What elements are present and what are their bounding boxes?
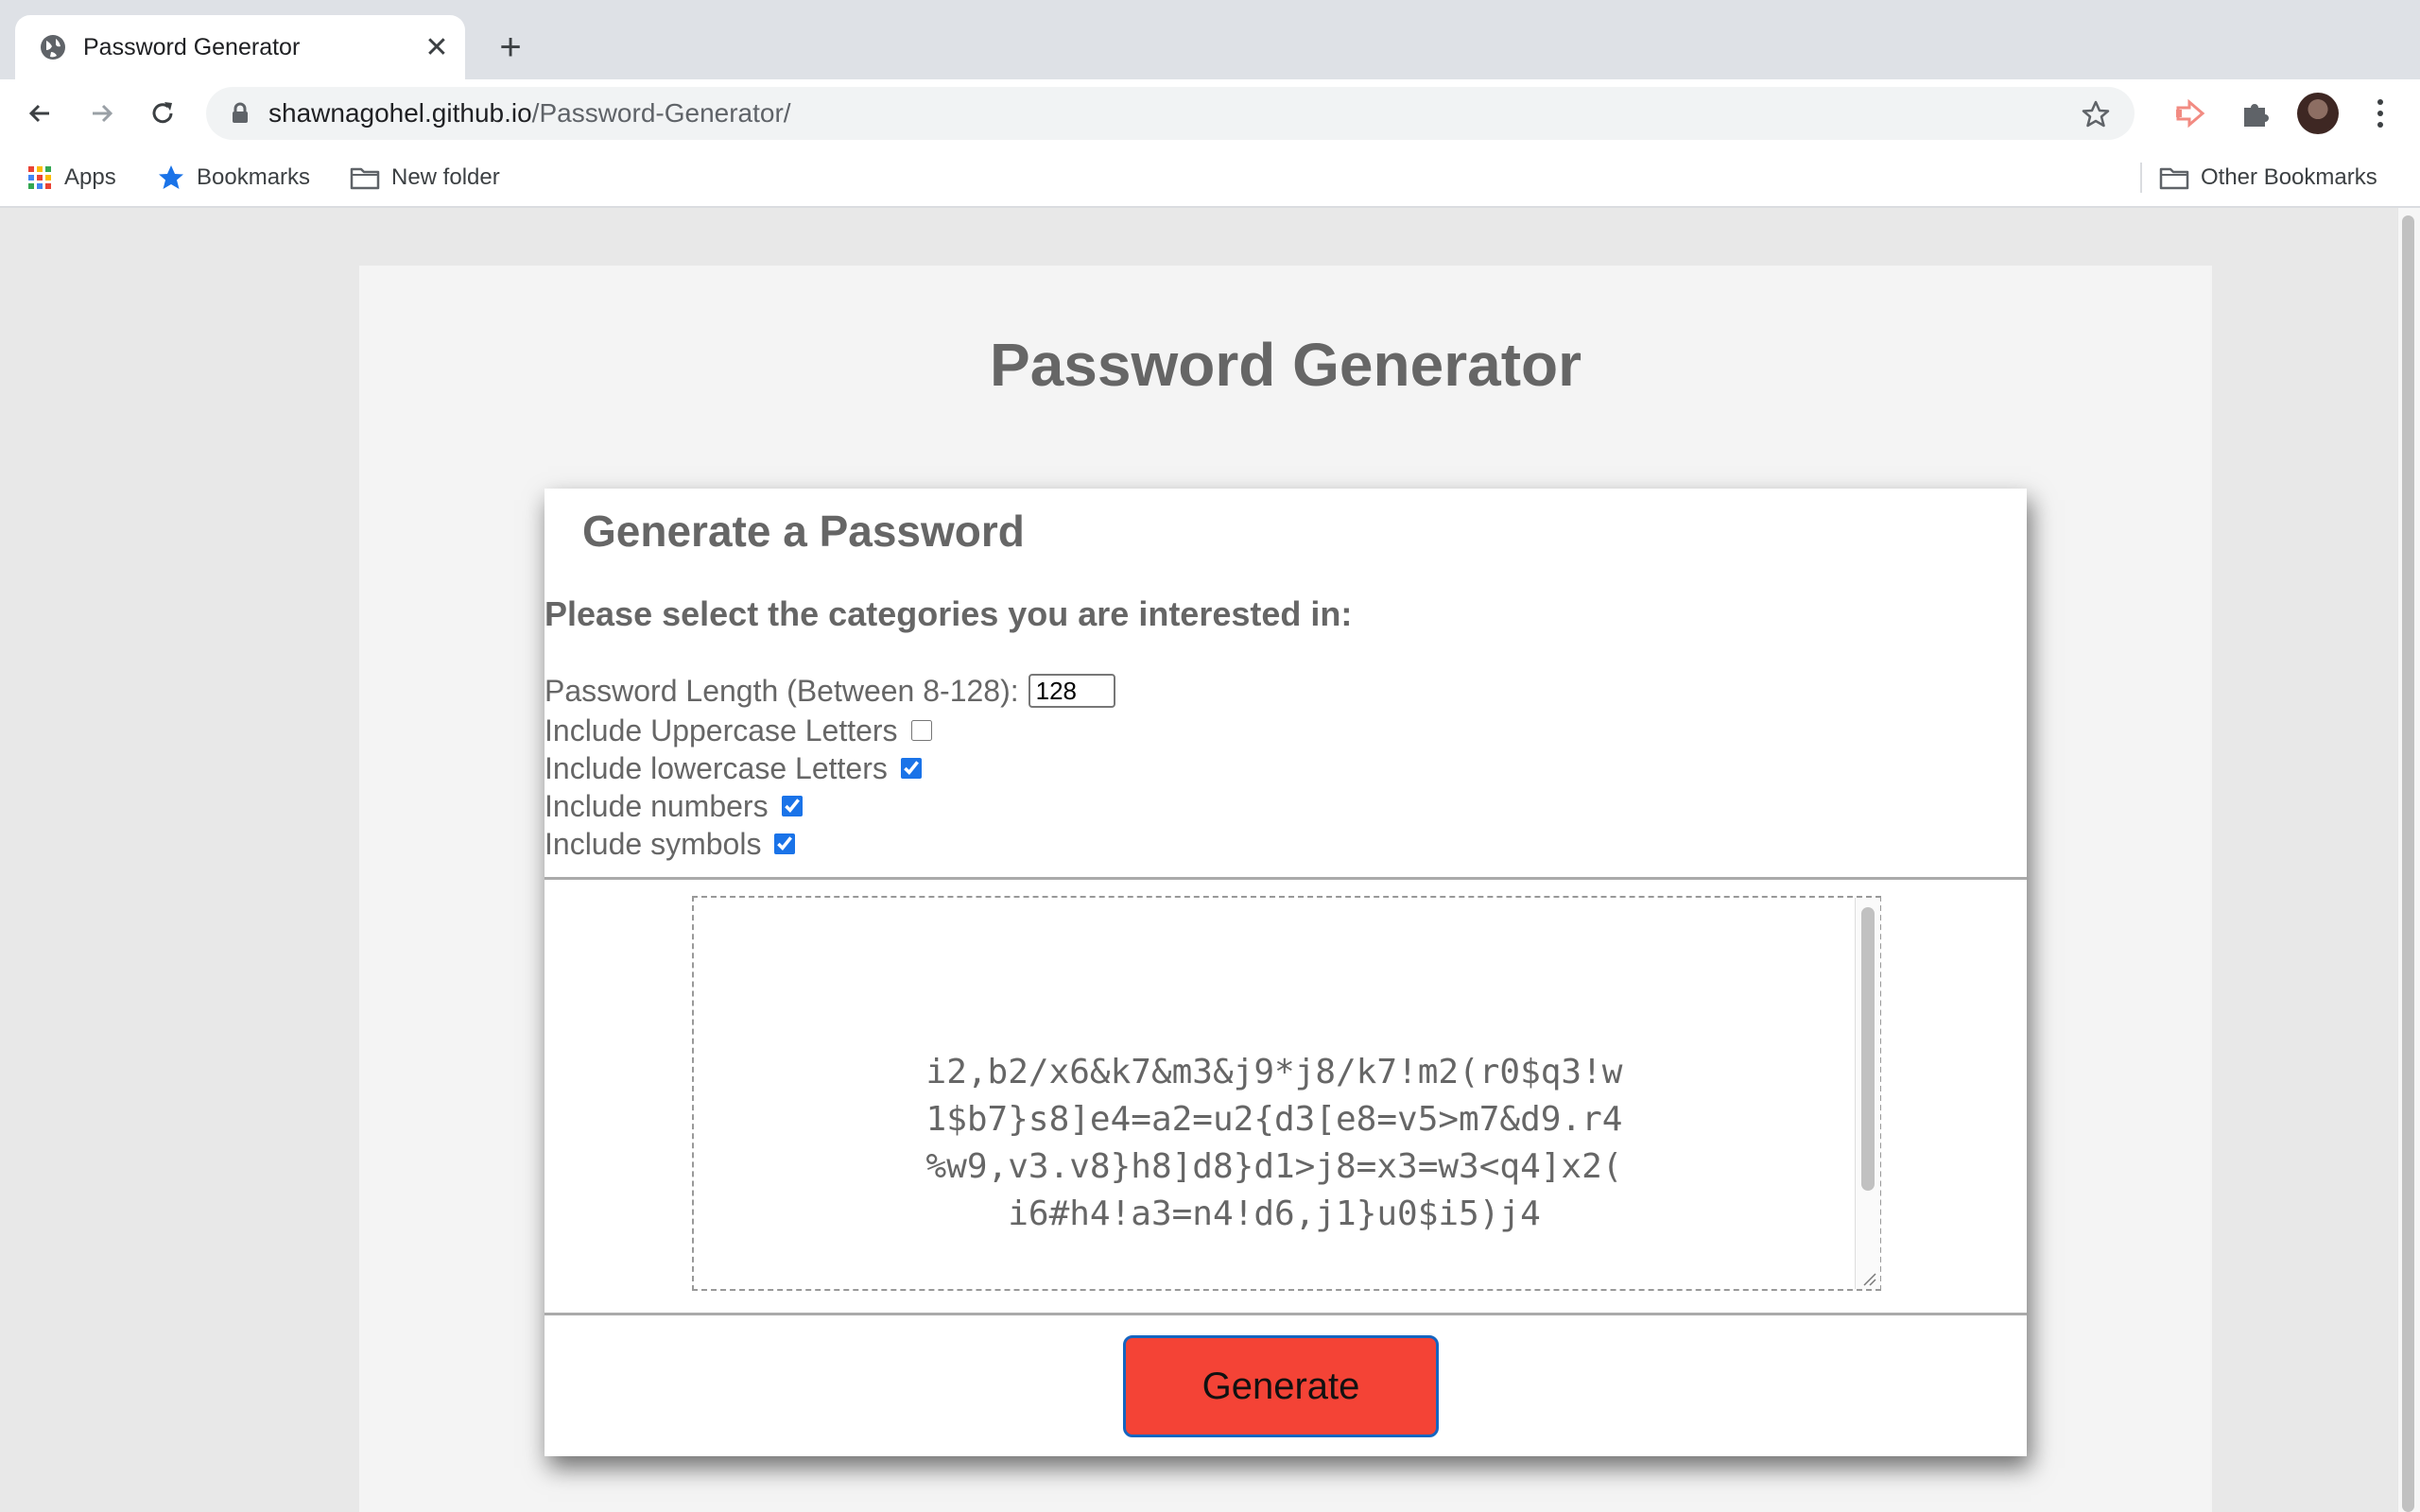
- bookmark-label: Apps: [64, 164, 116, 190]
- password-card: Generate a Password Please select the ca…: [544, 489, 2027, 1456]
- folder-icon: [2159, 167, 2189, 190]
- new-tab-icon[interactable]: +: [490, 26, 531, 68]
- length-row: Password Length (Between 8-128):: [544, 672, 1115, 710]
- bookmark-new-folder[interactable]: New folder: [350, 161, 500, 195]
- length-label: Password Length (Between 8-128):: [544, 673, 1019, 708]
- option-lowercase: Include lowercase Letters: [544, 749, 922, 787]
- menu-kebab-icon[interactable]: [2363, 94, 2397, 132]
- bookmark-bookmarks[interactable]: Bookmarks: [157, 161, 310, 195]
- tab-strip: Password Generator ✕ +: [0, 0, 2420, 79]
- uppercase-checkbox[interactable]: [910, 720, 932, 741]
- symbols-checkbox[interactable]: [774, 833, 796, 854]
- forward-icon[interactable]: [81, 93, 123, 134]
- browser-tab[interactable]: Password Generator ✕: [15, 15, 465, 79]
- password-line: i2,b2/x6&k7&m3&j9*j8/k7!m2(r0$q3!w: [925, 1053, 1623, 1091]
- lock-icon: [233, 102, 248, 123]
- resize-grip-icon[interactable]: [1858, 1268, 1877, 1287]
- card-instructions: Please select the categories you are int…: [544, 594, 1353, 633]
- bookmark-star-icon[interactable]: [2080, 98, 2112, 130]
- page-scrollbar-thumb[interactable]: [2402, 215, 2414, 1512]
- option-label: Include Uppercase Letters: [544, 713, 898, 747]
- bookmark-label: New folder: [391, 164, 500, 190]
- numbers-checkbox[interactable]: [781, 796, 803, 816]
- apps-grid-icon: [28, 166, 51, 189]
- page-wrapper: Password Generator Generate a Password P…: [359, 266, 2212, 1512]
- password-line: i6#h4!a3=n4!d6,j1}u0$i5)j4: [1008, 1194, 1541, 1233]
- password-length-input[interactable]: [1028, 674, 1115, 708]
- extension-icon[interactable]: [2174, 96, 2212, 130]
- password-line: %w9,v3.v8}h8]d8}d1>j8=x3=w3<q4]x2(: [925, 1147, 1623, 1186]
- password-textarea[interactable]: i2,b2/x6&k7&m3&j9*j8/k7!m2(r0$q3!w 1$b7}…: [692, 896, 1881, 1291]
- divider-bottom: [544, 1313, 2027, 1315]
- address-bar[interactable]: shawnagohel.github.io/Password-Generator…: [206, 87, 2135, 140]
- globe-icon: [41, 35, 65, 60]
- option-symbols: Include symbols: [544, 825, 796, 863]
- bookmark-label: Other Bookmarks: [2201, 164, 2377, 190]
- generate-button[interactable]: Generate: [1123, 1335, 1439, 1437]
- password-output: i2,b2/x6&k7&m3&j9*j8/k7!m2(r0$q3!w 1$b7}…: [694, 1049, 1855, 1238]
- textarea-scrollbar-thumb[interactable]: [1861, 907, 1875, 1191]
- bookmarks-divider: [2140, 163, 2142, 193]
- bookmarks-bar: Apps Bookmarks New folder Other Bookmark…: [0, 147, 2420, 208]
- star-icon: [159, 165, 183, 189]
- url-host: shawnagohel.github.io: [268, 98, 532, 128]
- url-path: /Password-Generator/: [531, 98, 791, 128]
- back-icon[interactable]: [19, 93, 60, 134]
- option-numbers: Include numbers: [544, 787, 803, 825]
- option-label: Include lowercase Letters: [544, 750, 888, 785]
- browser-toolbar: shawnagohel.github.io/Password-Generator…: [0, 79, 2420, 147]
- folder-icon: [350, 167, 380, 190]
- lowercase-checkbox[interactable]: [900, 758, 922, 779]
- page-title: Password Generator: [990, 331, 1582, 399]
- option-uppercase: Include Uppercase Letters: [544, 712, 932, 749]
- tab-title: Password Generator: [83, 34, 301, 60]
- url-text: shawnagohel.github.io/Password-Generator…: [268, 87, 791, 140]
- profile-avatar[interactable]: [2297, 93, 2339, 134]
- option-label: Include numbers: [544, 788, 769, 823]
- bookmark-label: Bookmarks: [197, 164, 311, 190]
- divider-top: [544, 877, 2027, 880]
- tab-close-icon[interactable]: ✕: [418, 28, 456, 66]
- password-line: 1$b7}s8]e4=a2=u2{d3[e8=v5>m7&d9.r4: [925, 1100, 1623, 1139]
- option-label: Include symbols: [544, 826, 762, 861]
- bookmark-other-bookmarks[interactable]: Other Bookmarks: [2159, 161, 2377, 195]
- extensions-puzzle-icon[interactable]: [2238, 96, 2273, 130]
- textarea-scrollbar[interactable]: [1855, 898, 1880, 1289]
- bookmark-apps[interactable]: Apps: [26, 161, 116, 195]
- reload-icon[interactable]: [142, 93, 183, 134]
- card-heading: Generate a Password: [582, 507, 1025, 556]
